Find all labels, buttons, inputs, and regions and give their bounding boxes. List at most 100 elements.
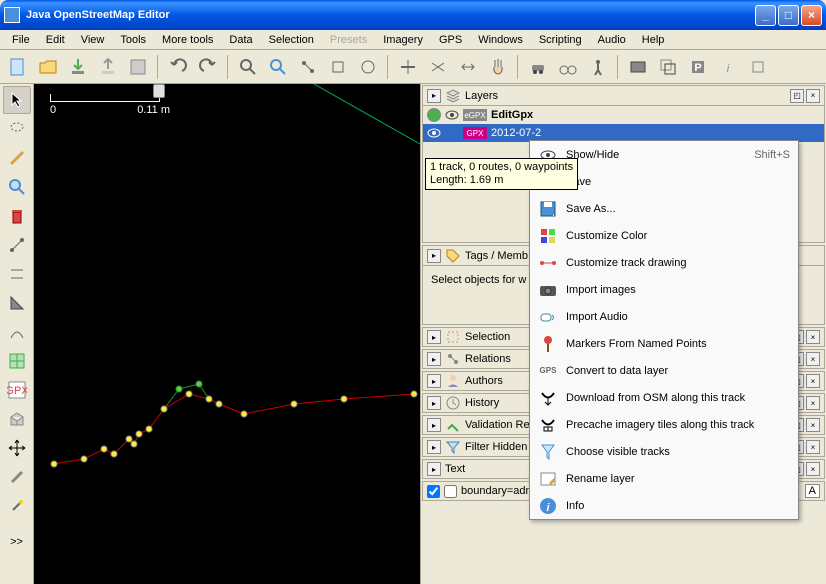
cm-rename[interactable]: Rename layer <box>530 465 798 492</box>
save-button[interactable] <box>124 53 152 81</box>
editgpx-tool[interactable]: GPX <box>3 376 31 404</box>
expand-button[interactable]: ▸ <box>427 330 441 344</box>
tool-button-1[interactable] <box>294 53 322 81</box>
expand-button[interactable]: ▸ <box>427 418 441 432</box>
camera-icon <box>538 281 558 299</box>
expand-button[interactable]: ▸ <box>427 440 441 454</box>
menu-imagery[interactable]: Imagery <box>375 32 431 48</box>
search-button[interactable] <box>234 53 262 81</box>
layer-visible-icon[interactable] <box>427 108 441 122</box>
bike-button[interactable] <box>554 53 582 81</box>
map-tool[interactable] <box>3 347 31 375</box>
cm-importimg[interactable]: Import images <box>530 276 798 303</box>
menu-moretools[interactable]: More tools <box>154 32 221 48</box>
close-button[interactable]: × <box>801 5 822 26</box>
map-view[interactable]: 0 0.11 m <box>34 84 420 584</box>
cm-importaudio[interactable]: Import Audio <box>530 303 798 330</box>
open-button[interactable] <box>34 53 62 81</box>
improve-tool[interactable] <box>3 318 31 346</box>
offset-button[interactable] <box>654 53 682 81</box>
parking-button[interactable]: P <box>684 53 712 81</box>
expand-button[interactable] <box>744 53 772 81</box>
zoom-tool[interactable] <box>3 173 31 201</box>
draw-tool[interactable] <box>3 144 31 172</box>
cm-markers[interactable]: Markers From Named Points <box>530 330 798 357</box>
wand-tool[interactable] <box>3 492 31 520</box>
select-tool[interactable] <box>3 86 31 114</box>
angle-tool[interactable] <box>3 289 31 317</box>
car-button[interactable] <box>524 53 552 81</box>
tool-button-3[interactable] <box>354 53 382 81</box>
layer-context-menu: Show/Hide Shift+S Save .. Save As... Cus… <box>529 140 799 520</box>
extrude-tool[interactable] <box>3 231 31 259</box>
filter-hide-checkbox[interactable] <box>444 485 457 498</box>
cm-download[interactable]: Download from OSM along this track <box>530 384 798 411</box>
menu-scripting[interactable]: Scripting <box>531 32 590 48</box>
rename-icon <box>538 470 558 488</box>
paint-tool[interactable] <box>3 463 31 491</box>
building-tool[interactable] <box>3 405 31 433</box>
panel-close[interactable]: × <box>806 440 820 454</box>
tool-button-2[interactable] <box>324 53 352 81</box>
new-button[interactable] <box>4 53 32 81</box>
lasso-tool[interactable] <box>3 115 31 143</box>
maximize-button[interactable]: □ <box>778 5 799 26</box>
download-button[interactable] <box>64 53 92 81</box>
menu-file[interactable]: File <box>4 32 38 48</box>
delete-tool[interactable] <box>3 202 31 230</box>
redo-button[interactable] <box>194 53 222 81</box>
menu-tools[interactable]: Tools <box>112 32 154 48</box>
undo-button[interactable] <box>164 53 192 81</box>
menu-view[interactable]: View <box>73 32 113 48</box>
panel-close[interactable]: × <box>806 352 820 366</box>
svg-text:GPX: GPX <box>7 385 27 397</box>
menu-edit[interactable]: Edit <box>38 32 73 48</box>
filter-mode[interactable]: A <box>805 484 820 498</box>
selection-icon <box>445 329 461 345</box>
menu-windows[interactable]: Windows <box>470 32 531 48</box>
expand-button[interactable]: ▸ <box>427 352 441 366</box>
collapse-button[interactable]: ▸ <box>427 249 441 263</box>
minimize-button[interactable]: _ <box>755 5 776 26</box>
foot-button[interactable] <box>584 53 612 81</box>
cm-trackdraw[interactable]: Customize track drawing <box>530 249 798 276</box>
more-tools[interactable]: >> <box>3 528 31 556</box>
menu-data[interactable]: Data <box>221 32 260 48</box>
panel-close[interactable]: × <box>806 462 820 476</box>
menu-selection[interactable]: Selection <box>261 32 322 48</box>
combine-way-button[interactable] <box>424 53 452 81</box>
pin-icon <box>538 335 558 353</box>
panel-close[interactable]: × <box>806 374 820 388</box>
cm-color[interactable]: Customize Color <box>530 222 798 249</box>
filter-enable-checkbox[interactable] <box>427 485 440 498</box>
preset-search-button[interactable] <box>264 53 292 81</box>
cm-info[interactable]: i Info <box>530 492 798 519</box>
layer-visible-icon[interactable] <box>427 126 441 140</box>
split-way-button[interactable] <box>394 53 422 81</box>
panel-close[interactable]: × <box>806 396 820 410</box>
menu-gps[interactable]: GPS <box>431 32 470 48</box>
cm-saveas[interactable]: .. Save As... <box>530 195 798 222</box>
info-button[interactable]: i <box>714 53 742 81</box>
imagery-button[interactable] <box>624 53 652 81</box>
panel-close[interactable]: × <box>806 330 820 344</box>
menu-help[interactable]: Help <box>634 32 673 48</box>
upload-button[interactable] <box>94 53 122 81</box>
expand-button[interactable]: ▸ <box>427 374 441 388</box>
panel-close[interactable]: × <box>806 89 820 103</box>
cm-choosetracks[interactable]: Choose visible tracks <box>530 438 798 465</box>
panel-detach[interactable]: ◰ <box>790 89 804 103</box>
pan-button[interactable] <box>484 53 512 81</box>
panel-close[interactable]: × <box>806 418 820 432</box>
expand-button[interactable]: ▸ <box>427 396 441 410</box>
side-toolbar: GPX >> <box>0 84 34 584</box>
collapse-button[interactable]: ▸ <box>427 89 441 103</box>
move-tool[interactable] <box>3 434 31 462</box>
cm-convert[interactable]: GPS Convert to data layer <box>530 357 798 384</box>
parallel-tool[interactable] <box>3 260 31 288</box>
reverse-way-button[interactable] <box>454 53 482 81</box>
menu-audio[interactable]: Audio <box>590 32 634 48</box>
layer-row-editgpx[interactable]: eGPX EditGpx <box>423 106 824 124</box>
expand-button[interactable]: ▸ <box>427 462 441 476</box>
cm-precache[interactable]: Precache imagery tiles along this track <box>530 411 798 438</box>
